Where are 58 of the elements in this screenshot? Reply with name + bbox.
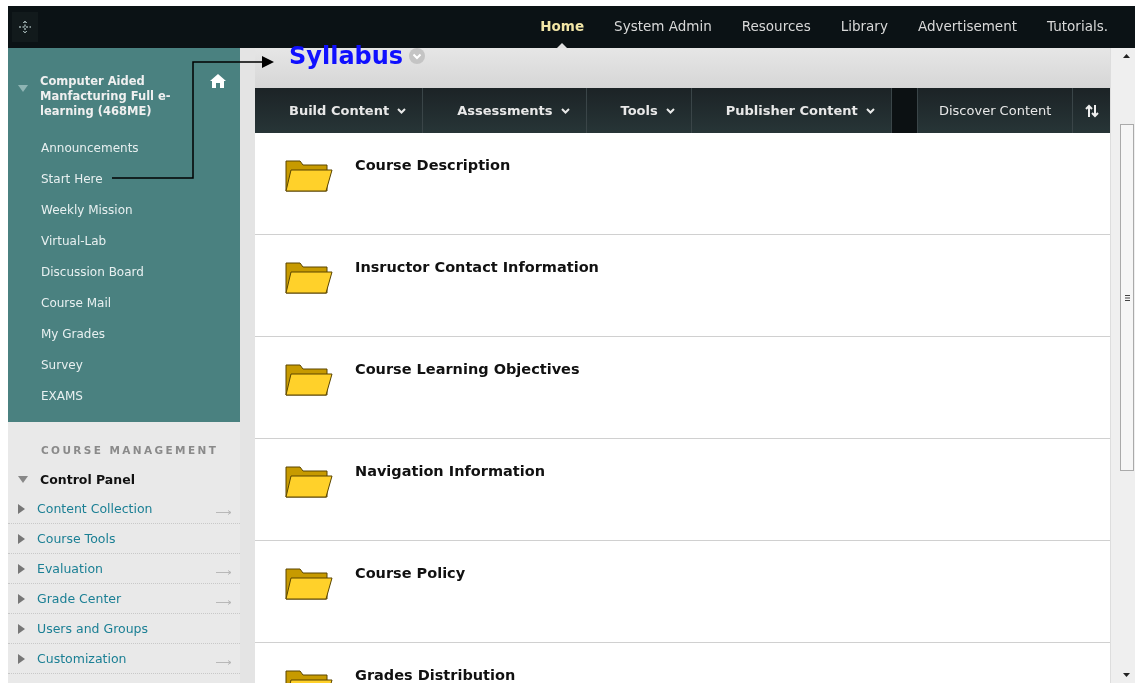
scroll-down-icon[interactable] — [1123, 673, 1130, 677]
course-menu-link[interactable]: My Grades — [8, 319, 240, 350]
course-menu-link[interactable]: Course Mail — [8, 288, 240, 319]
home-icon[interactable] — [210, 74, 226, 88]
move-icon — [18, 20, 32, 34]
course-menu-link[interactable]: Announcements — [8, 133, 240, 164]
section-heading: COURSE MANAGEMENT — [41, 444, 219, 456]
triangle-right-icon[interactable] — [18, 593, 25, 604]
page-title: Syllabus — [289, 42, 404, 70]
triangle-right-icon[interactable] — [18, 533, 25, 544]
content-item-title[interactable]: Grades Distribution — [355, 667, 516, 683]
content-item-title[interactable]: Navigation Information — [355, 463, 545, 479]
grip-icon — [1124, 294, 1130, 301]
nav-tab[interactable]: Advertisement — [902, 6, 1033, 48]
nav-tab[interactable]: Tutorials. — [1032, 6, 1123, 48]
scroll-up-icon[interactable] — [1123, 54, 1130, 58]
scrollbar[interactable] — [1110, 48, 1135, 683]
chevron-down-icon — [560, 107, 570, 114]
folder-icon — [285, 565, 333, 601]
content-item-title[interactable]: Course Policy — [355, 565, 466, 581]
course-menu-link[interactable]: EXAMS — [8, 381, 240, 412]
folder-icon — [285, 361, 333, 397]
course-menu-link[interactable]: Weekly Mission — [8, 195, 240, 226]
management-link[interactable]: Customization — [37, 651, 204, 666]
triangle-down-icon[interactable] — [18, 475, 28, 483]
folder-icon — [285, 157, 333, 193]
course-menu-link[interactable]: Survey — [8, 350, 240, 381]
nav-tab[interactable]: System Admin — [599, 6, 727, 48]
course-title: Computer Aided Manfacturing Full e-learning (468ME) — [40, 74, 172, 119]
toolbar-spacer — [891, 88, 918, 133]
chevron-down-icon — [665, 107, 675, 114]
management-link[interactable]: Users and Groups — [37, 621, 240, 636]
triangle-right-icon[interactable] — [18, 503, 25, 514]
folder-icon — [285, 259, 333, 295]
chevron-down-icon — [865, 107, 875, 114]
triangle-down-icon[interactable] — [18, 85, 28, 92]
nav-tab[interactable]: Library — [825, 6, 903, 48]
menu-button[interactable] — [12, 12, 38, 42]
content-item-title[interactable]: Course Learning Objectives — [355, 361, 580, 377]
control-panel-link[interactable]: Control Panel — [40, 471, 135, 487]
management-link[interactable]: Grade Center — [37, 591, 204, 606]
nav-tab[interactable]: Home — [525, 6, 600, 48]
sort-icon — [1084, 103, 1099, 118]
management-link[interactable]: Content Collection — [37, 501, 204, 516]
course-menu-link[interactable]: Start Here — [8, 164, 240, 195]
chevron-down-icon — [397, 107, 407, 114]
scroll-thumb[interactable] — [1120, 124, 1134, 471]
triangle-right-icon[interactable] — [18, 653, 25, 664]
management-link[interactable]: Evaluation — [37, 561, 204, 576]
content-item-title[interactable]: Insructor Contact Information — [355, 259, 599, 275]
triangle-right-icon[interactable] — [18, 623, 25, 634]
management-link[interactable]: Course Tools — [37, 531, 240, 546]
nav-tab[interactable]: Resources — [726, 6, 826, 48]
course-menu-link[interactable]: Virtual-Lab — [8, 226, 240, 257]
content-item-title[interactable]: Course Description — [355, 157, 511, 173]
folder-icon — [285, 463, 333, 499]
course-menu-link[interactable]: Discussion Board — [8, 257, 240, 288]
triangle-right-icon[interactable] — [18, 563, 25, 574]
